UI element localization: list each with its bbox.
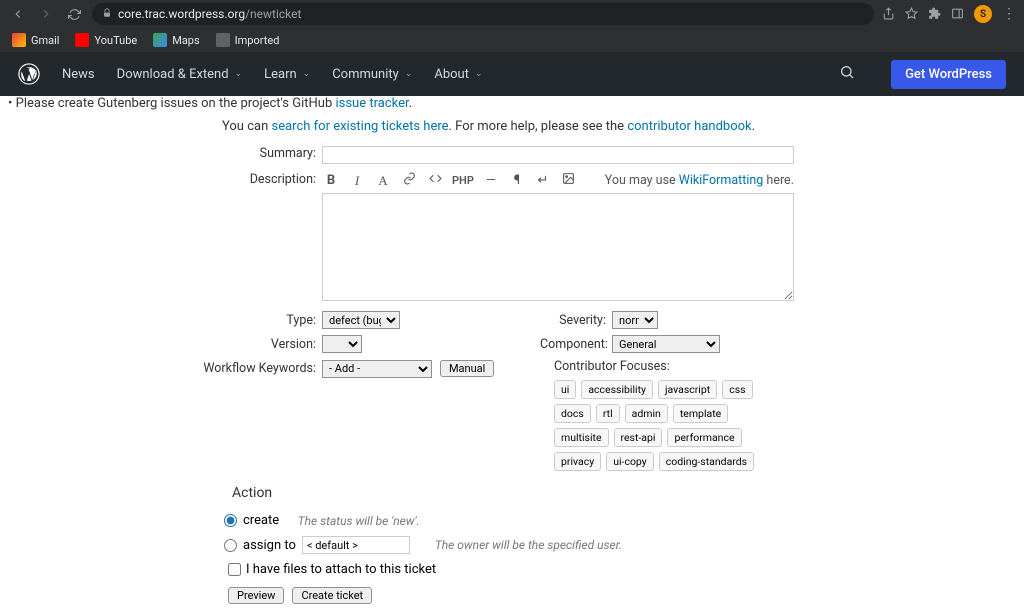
gutenberg-note: • Please create Gutenberg issues on the …: [20, 96, 1024, 111]
description-label: Description:: [0, 170, 322, 305]
focus-tag-rtl[interactable]: rtl: [596, 404, 620, 423]
focus-tag-javascript[interactable]: javascript: [658, 380, 717, 399]
bold-icon[interactable]: B: [322, 173, 340, 188]
bookmark-gmail[interactable]: Gmail: [12, 33, 59, 47]
focus-tag-docs[interactable]: docs: [554, 404, 591, 423]
focus-tag-performance[interactable]: performance: [667, 428, 741, 447]
search-icon[interactable]: [839, 64, 855, 84]
link-icon[interactable]: [400, 172, 418, 189]
severity-label: Severity:: [540, 313, 612, 328]
reload-button[interactable]: [64, 4, 84, 24]
version-label: Version:: [0, 337, 322, 352]
lock-icon: [102, 8, 112, 21]
type-select[interactable]: defect (bug): [322, 311, 400, 329]
nav-learn[interactable]: Learn⌄: [264, 67, 310, 82]
action-heading: Action: [232, 485, 1024, 501]
address-bar[interactable]: core.trac.wordpress.org/newticket: [92, 3, 874, 25]
wordpress-nav: News Download & Extend⌄ Learn⌄ Community…: [0, 52, 1024, 96]
get-wordpress-button[interactable]: Get WordPress: [891, 60, 1006, 89]
focus-tag-privacy[interactable]: privacy: [554, 452, 601, 471]
contributor-handbook-link[interactable]: contributor handbook: [627, 119, 751, 134]
attach-checkbox[interactable]: [228, 563, 241, 576]
heading-icon[interactable]: A: [374, 173, 392, 189]
issue-tracker-link[interactable]: issue tracker: [335, 96, 408, 111]
focuses-label: Contributor Focuses:: [554, 359, 1024, 374]
bookmark-imported[interactable]: Imported: [216, 33, 280, 47]
url-text: core.trac.wordpress.org/newticket: [118, 7, 301, 21]
create-radio-label: create: [243, 513, 279, 528]
focus-tag-css[interactable]: css: [722, 380, 752, 399]
wikiformatting-link[interactable]: WikiFormatting: [679, 173, 764, 188]
wordpress-logo-icon[interactable]: [18, 63, 40, 85]
focus-tag-ui-copy[interactable]: ui-copy: [606, 452, 654, 471]
focus-tag-accessibility[interactable]: accessibility: [581, 380, 653, 399]
search-tickets-link[interactable]: search for existing tickets here: [271, 119, 448, 134]
bookmark-youtube[interactable]: YouTube: [75, 33, 137, 47]
type-label: Type:: [0, 313, 322, 328]
workflow-select[interactable]: - Add -: [322, 360, 432, 378]
chevron-down-icon: ⌄: [405, 69, 413, 79]
extensions-icon[interactable]: [928, 5, 941, 24]
chevron-down-icon: ⌄: [235, 69, 243, 79]
intro-text: You can search for existing tickets here…: [222, 119, 1024, 134]
code-icon[interactable]: [426, 172, 444, 189]
assign-radio-label: assign to: [243, 538, 296, 553]
paragraph-icon[interactable]: ¶: [508, 173, 526, 188]
star-icon[interactable]: [905, 5, 918, 24]
focus-tag-admin[interactable]: admin: [625, 404, 668, 423]
forward-button[interactable]: [36, 4, 56, 24]
focus-tag-rest-api[interactable]: rest-api: [614, 428, 663, 447]
focus-tag-template[interactable]: template: [673, 404, 728, 423]
profile-avatar[interactable]: S: [974, 5, 992, 23]
version-select[interactable]: [322, 335, 362, 353]
preview-button[interactable]: Preview: [228, 587, 284, 604]
component-select[interactable]: General: [612, 335, 720, 353]
description-textarea[interactable]: [322, 193, 794, 301]
bookmarks-bar: Gmail YouTube Maps Imported: [0, 28, 1024, 52]
assign-radio[interactable]: [224, 539, 237, 552]
italic-icon[interactable]: I: [348, 173, 366, 189]
severity-select[interactable]: normal: [612, 311, 658, 329]
chevron-down-icon: ⌄: [475, 69, 483, 79]
hr-icon[interactable]: —: [482, 173, 500, 188]
wiki-hint: You may use WikiFormatting here.: [605, 173, 794, 188]
nav-about[interactable]: About⌄: [434, 67, 482, 82]
focus-tag-multisite[interactable]: multisite: [554, 428, 609, 447]
focus-tag-ui[interactable]: ui: [554, 380, 576, 399]
create-ticket-button[interactable]: Create ticket: [292, 587, 372, 604]
assign-input[interactable]: [302, 536, 410, 554]
workflow-label: Workflow Keywords:: [0, 361, 322, 376]
php-icon[interactable]: PHP: [452, 174, 474, 187]
newline-icon[interactable]: ↵: [534, 173, 552, 188]
create-hint: The status will be 'new'.: [298, 514, 420, 528]
menu-icon[interactable]: ⋮: [1002, 6, 1016, 22]
summary-label: Summary:: [0, 144, 322, 164]
create-radio[interactable]: [224, 514, 237, 527]
nav-download-extend[interactable]: Download & Extend⌄: [117, 67, 242, 82]
assign-hint: The owner will be the specified user.: [435, 538, 622, 552]
summary-input[interactable]: [322, 146, 794, 164]
panel-icon[interactable]: [951, 5, 964, 24]
focus-tag-coding-standards[interactable]: coding-standards: [659, 452, 754, 471]
bookmark-maps[interactable]: Maps: [153, 33, 199, 47]
nav-community[interactable]: Community⌄: [332, 67, 412, 82]
share-icon[interactable]: [882, 5, 895, 24]
attach-label: I have files to attach to this ticket: [246, 562, 436, 577]
chevron-down-icon: ⌄: [303, 69, 311, 79]
component-label: Component:: [540, 337, 612, 352]
back-button[interactable]: [8, 4, 28, 24]
nav-news[interactable]: News: [62, 67, 95, 82]
manual-button[interactable]: Manual: [440, 360, 494, 377]
image-icon[interactable]: [560, 172, 578, 189]
